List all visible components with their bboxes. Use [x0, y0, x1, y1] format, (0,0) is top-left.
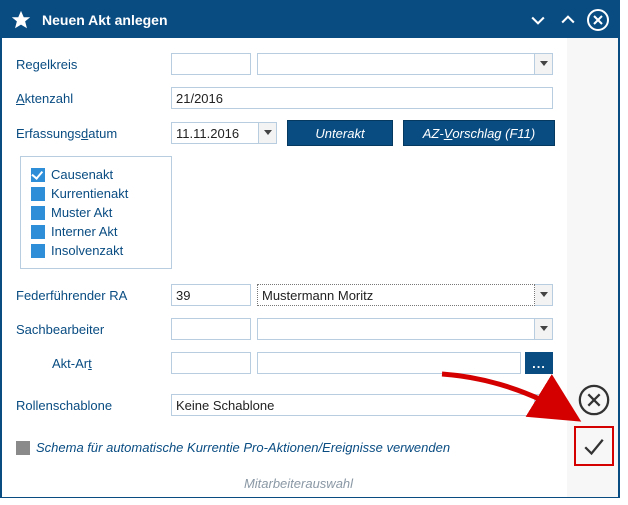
checkbox-icon: [31, 244, 45, 258]
chevron-down-icon[interactable]: [535, 284, 553, 306]
checkbox-icon: [31, 187, 45, 201]
aktart-text-input[interactable]: [257, 352, 521, 374]
label-federfuehrender: Federführender RA: [16, 288, 171, 303]
checkbox-icon: [31, 206, 45, 220]
sach-text-input[interactable]: [257, 318, 535, 340]
check-causenakt[interactable]: Causenakt: [31, 165, 161, 184]
label-erfassungsdatum: Erfassungsdatum: [16, 126, 171, 141]
row-erfassungsdatum: Erfassungsdatum Unterakt AZ-Vorschlag (F…: [16, 120, 559, 146]
regelkreis-code-input[interactable]: [171, 53, 251, 75]
label-aktart: Akt-Art: [16, 356, 171, 371]
ra-name-combo[interactable]: [257, 284, 553, 306]
unterakt-button[interactable]: Unterakt: [287, 120, 393, 146]
chevron-down-icon[interactable]: [259, 122, 277, 144]
erfassungsdatum-picker[interactable]: [171, 122, 277, 144]
dialog-title: Neuen Akt anlegen: [42, 12, 524, 28]
star-icon: [8, 7, 34, 33]
label-regelkreis: Regelkreis: [16, 57, 171, 72]
confirm-button[interactable]: [574, 426, 614, 466]
form-content: Regelkreis Aktenzahl Erfassungsdatum Unt…: [2, 38, 567, 497]
side-actions: [567, 38, 618, 497]
check-kurrentienakt[interactable]: Kurrentienakt: [31, 184, 161, 203]
dialog-window: Neuen Akt anlegen Regelkreis: [0, 0, 620, 498]
cancel-button[interactable]: [574, 380, 614, 420]
window-buttons: [524, 6, 618, 34]
row-sachbearbeiter: Sachbearbeiter: [16, 317, 559, 341]
rollenschablone-combo[interactable]: [171, 394, 553, 416]
aktenzahl-input[interactable]: [171, 87, 553, 109]
label-aktenzahl: Aktenzahl: [16, 91, 171, 106]
aktart-code-input[interactable]: [171, 352, 251, 374]
az-vorschlag-button[interactable]: AZ-Vorschlag (F11): [403, 120, 555, 146]
schema-checkbox-row[interactable]: Schema für automatische Kurrentie Pro-Ak…: [16, 440, 450, 455]
akt-type-checklist: Causenakt Kurrentienakt Muster Akt Inter…: [20, 156, 172, 269]
row-regelkreis: Regelkreis: [16, 52, 559, 76]
ra-code-input[interactable]: [171, 284, 251, 306]
check-insolvenzakt[interactable]: Insolvenzakt: [31, 241, 161, 260]
rollenschablone-input[interactable]: [171, 394, 535, 416]
checkbox-icon: [16, 441, 30, 455]
aktart-browse-button[interactable]: ...: [525, 352, 553, 374]
check-musterakt[interactable]: Muster Akt: [31, 203, 161, 222]
sach-combo[interactable]: [257, 318, 553, 340]
chevron-up-icon[interactable]: [554, 6, 582, 34]
regelkreis-combo[interactable]: [257, 53, 553, 75]
checkbox-icon: [31, 225, 45, 239]
ra-name-input[interactable]: [257, 284, 535, 306]
checkbox-icon: [31, 168, 45, 182]
check-internerakt[interactable]: Interner Akt: [31, 222, 161, 241]
row-aktart: Akt-Art ...: [16, 351, 559, 375]
footer-link[interactable]: Mitarbeiterauswahl: [16, 476, 581, 491]
chevron-down-icon[interactable]: [535, 394, 553, 416]
regelkreis-text-input[interactable]: [257, 53, 535, 75]
erfassungsdatum-input[interactable]: [171, 122, 259, 144]
chevron-down-icon[interactable]: [524, 6, 552, 34]
schema-label: Schema für automatische Kurrentie Pro-Ak…: [36, 440, 450, 455]
label-rollenschablone: Rollenschablone: [16, 398, 171, 413]
row-rollenschablone: Rollenschablone: [16, 393, 559, 417]
row-federfuehrender: Federführender RA: [16, 283, 559, 307]
sach-code-input[interactable]: [171, 318, 251, 340]
row-aktenzahl: Aktenzahl: [16, 86, 559, 110]
label-sachbearbeiter: Sachbearbeiter: [16, 322, 171, 337]
titlebar: Neuen Akt anlegen: [2, 2, 618, 38]
close-icon[interactable]: [584, 6, 612, 34]
chevron-down-icon[interactable]: [535, 318, 553, 340]
chevron-down-icon[interactable]: [535, 53, 553, 75]
